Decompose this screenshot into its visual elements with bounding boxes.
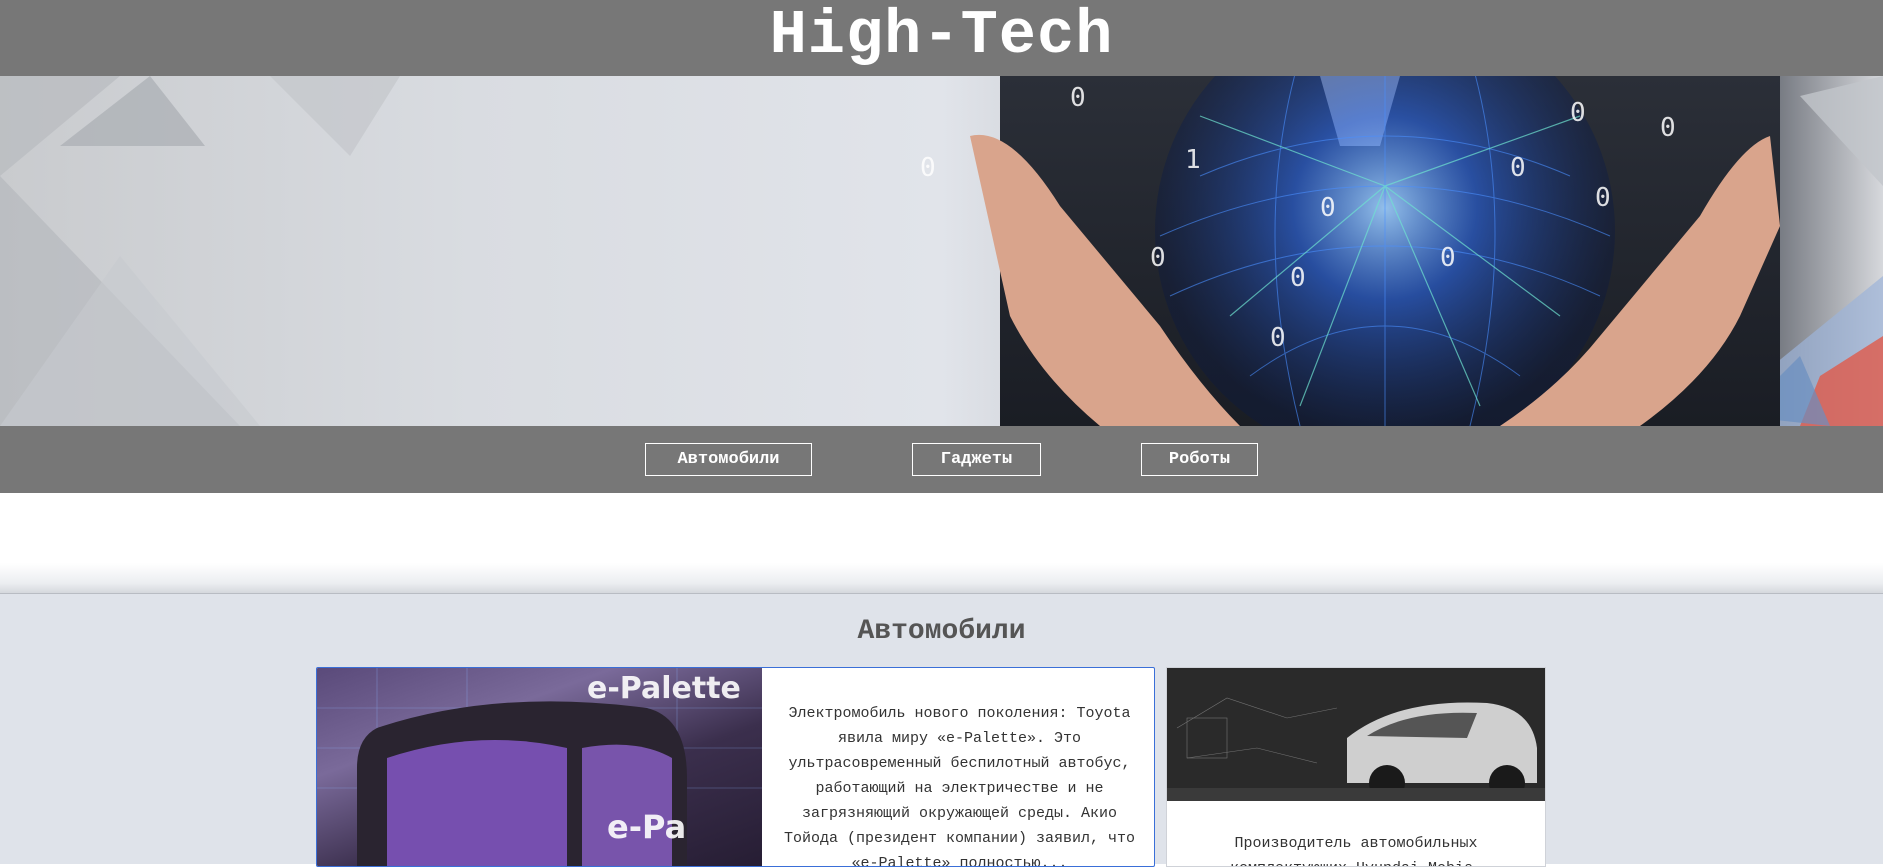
- svg-text:0: 0: [1595, 183, 1611, 213]
- svg-text:0: 0: [1320, 193, 1336, 223]
- svg-text:1: 1: [1185, 145, 1201, 175]
- hero-illustration: 0 0 0 0 0 0 0 0 0 0 0 1 1: [0, 76, 1883, 426]
- svg-text:0: 0: [1660, 113, 1676, 143]
- article-card-hyundai[interactable]: Производитель автомобильных комплектующи…: [1166, 667, 1546, 867]
- svg-text:0: 0: [1270, 323, 1286, 353]
- site-title: High-Tech: [769, 0, 1114, 71]
- car-illustration: [1167, 668, 1545, 801]
- svg-text:0: 0: [1290, 263, 1306, 293]
- hero-banner: 0 0 0 0 0 0 0 0 0 0 0 1 1: [0, 76, 1883, 426]
- svg-text:0: 0: [1070, 83, 1086, 113]
- section-title: Автомобили: [857, 616, 1026, 647]
- bus-sign-label: e-Palette: [587, 671, 741, 706]
- article-image-hyundai-car: [1167, 668, 1545, 801]
- svg-text:0: 0: [1440, 243, 1456, 273]
- content-section: Автомобили e-Palette e-Pa Электромобиль …: [0, 593, 1883, 867]
- article-image-e-palette: e-Palette e-Pa: [317, 668, 762, 866]
- article-text: Производитель автомобильных комплектующи…: [1230, 835, 1482, 866]
- article-card-featured[interactable]: e-Palette e-Pa Электромобиль нового поко…: [316, 667, 1155, 867]
- site-header: High-Tech: [0, 0, 1883, 76]
- nav-robots-button[interactable]: Роботы: [1141, 443, 1258, 476]
- svg-text:0: 0: [1570, 98, 1586, 128]
- spacer: [0, 493, 1883, 593]
- main-nav: Автомобили Гаджеты Роботы: [0, 426, 1883, 493]
- svg-text:0: 0: [1150, 243, 1166, 273]
- nav-gadgets-button[interactable]: Гаджеты: [912, 443, 1041, 476]
- svg-text:0: 0: [1510, 153, 1526, 183]
- article-text: Электромобиль нового поколения: Toyota я…: [783, 705, 1136, 867]
- nav-cars-button[interactable]: Автомобили: [645, 443, 812, 476]
- bus-illustration: e-Palette e-Pa: [317, 668, 762, 866]
- svg-text:0: 0: [920, 153, 936, 183]
- svg-text:e-Pa: e-Pa: [607, 808, 686, 846]
